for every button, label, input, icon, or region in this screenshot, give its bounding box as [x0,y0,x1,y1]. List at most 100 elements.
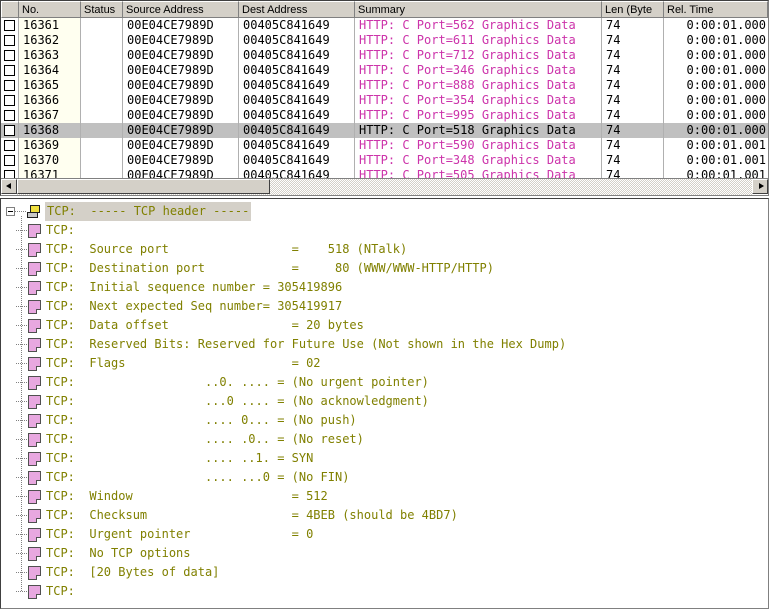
packet-list-horizontal-scrollbar[interactable] [1,178,768,195]
tree-item[interactable]: TCP: No TCP options [1,544,768,563]
table-row[interactable]: 16367 00E04CE7989D 00405C841649 HTTP: C Por… [1,108,768,123]
column-header-length[interactable]: Len (Byte [602,1,664,18]
table-row[interactable]: 16364 00E04CE7989D 00405C841649 HTTP: C Por… [1,63,768,78]
tcp-page-icon [27,584,43,599]
row-checkbox[interactable] [1,33,19,48]
tree-item-label: TCP: Initial sequence number = 305419896 [46,280,343,294]
row-checkbox[interactable] [1,18,19,33]
scroll-right-arrow-icon[interactable] [752,179,768,194]
column-header-checkbox[interactable] [1,1,19,18]
table-row[interactable]: 16362 00E04CE7989D 00405C841649 HTTP: C Por… [1,33,768,48]
row-checkbox[interactable] [1,63,19,78]
tree-item-label: TCP: [46,584,75,598]
row-checkbox[interactable] [1,93,19,108]
tree-item[interactable]: TCP: Window = 512 [1,487,768,506]
row-checkbox[interactable] [1,78,19,93]
tree-item[interactable]: TCP: Source port = 518 (NTalk) [1,240,768,259]
table-row[interactable]: 16361 00E04CE7989D 00405C841649 HTTP: C Por… [1,18,768,33]
tree-item-label: TCP: [20 Bytes of data] [46,565,220,579]
row-checkbox[interactable] [1,48,19,63]
checkbox-icon[interactable] [4,95,15,106]
tree-item[interactable]: TCP: .... ...0 = (No FIN) [1,468,768,487]
row-checkbox[interactable] [1,138,19,153]
checkbox-icon[interactable] [4,155,15,166]
scrollbar-track[interactable] [17,179,752,195]
checkbox-icon[interactable] [4,110,15,121]
src: 00E04CE7989D [123,168,239,178]
column-header-source-address[interactable]: Source Address [123,1,239,18]
tree-item-label: TCP: Urgent pointer = 0 [46,527,314,541]
row-checkbox[interactable] [1,108,19,123]
protocol-tree[interactable]: TCP: ----- TCP header ----- TCP: TCP: Sour… [1,202,768,608]
no: 16371 [19,168,81,178]
checkbox-icon[interactable] [4,35,15,46]
summary: HTTP: C Port=611 Graphics Data [355,33,602,48]
tree-item[interactable]: TCP: [1,221,768,240]
tree-item[interactable]: TCP: Next expected Seq number= 305419917 [1,297,768,316]
table-row[interactable]: 16368 00E04CE7989D 00405C841649 HTTP: C Por… [1,123,768,138]
tcp-page-icon [27,508,43,523]
tree-item[interactable]: TCP: Destination port = 80 (WWW/WWW-HTTP… [1,259,768,278]
table-row[interactable]: 16363 00E04CE7989D 00405C841649 HTTP: C Por… [1,48,768,63]
tree-item[interactable]: TCP: Flags = 02 [1,354,768,373]
table-row[interactable]: 16369 00E04CE7989D 00405C841649 HTTP: C Por… [1,138,768,153]
table-row[interactable]: 16366 00E04CE7989D 00405C841649 HTTP: C Por… [1,93,768,108]
checkbox-icon[interactable] [4,20,15,31]
no: 16366 [19,93,81,108]
no: 16364 [19,63,81,78]
tcp-page-icon [27,242,43,257]
column-header-status[interactable]: Status [81,1,123,18]
tree-item[interactable]: TCP: [20 Bytes of data] [1,563,768,582]
dst: 00405C841649 [239,33,355,48]
tree-item[interactable]: TCP: Urgent pointer = 0 [1,525,768,544]
tree-item[interactable]: TCP: ...0 .... = (No acknowledgment) [1,392,768,411]
table-row[interactable]: 16365 00E04CE7989D 00405C841649 HTTP: C Por… [1,78,768,93]
checkbox-icon[interactable] [4,80,15,91]
tree-item[interactable]: TCP: .... .0.. = (No reset) [1,430,768,449]
no: 16368 [19,123,81,138]
tcp-tree-root[interactable]: TCP: ----- TCP header ----- [1,202,768,221]
checkbox-icon[interactable] [4,170,15,178]
len: 74 [602,48,664,63]
scrollbar-thumb[interactable] [17,179,270,194]
table-row[interactable]: 16370 00E04CE7989D 00405C841649 HTTP: C Por… [1,153,768,168]
collapse-expander-icon[interactable] [6,207,15,216]
packet-list-rows[interactable]: 16361 00E04CE7989D 00405C841649 HTTP: C Por… [1,18,768,178]
tree-item[interactable]: TCP: ..0. .... = (No urgent pointer) [1,373,768,392]
time: 0:00:01.001 [686,138,766,152]
packet-detail-pane[interactable]: TCP: ----- TCP header ----- TCP: TCP: Sour… [0,198,769,609]
column-header-summary[interactable]: Summary [355,1,602,18]
row-checkbox[interactable] [1,153,19,168]
tree-connector [16,506,27,525]
checkbox-icon[interactable] [4,65,15,76]
tree-item-label: TCP: Data offset = 20 bytes [46,318,364,332]
tree-item[interactable]: TCP: Initial sequence number = 305419896 [1,278,768,297]
tree-item[interactable]: TCP: Checksum = 4BEB (should be 4BD7) [1,506,768,525]
summary: HTTP: C Port=590 Graphics Data [355,138,602,153]
packet-list-pane[interactable]: No. Status Source Address Dest Address S… [0,0,769,196]
checkbox-icon[interactable] [4,125,15,136]
tree-connector [16,240,27,259]
column-header-dest-address[interactable]: Dest Address [239,1,355,18]
src: 00E04CE7989D [123,18,239,33]
tree-item[interactable]: TCP: Reserved Bits: Reserved for Future … [1,335,768,354]
summary: HTTP: C Port=354 Graphics Data [355,93,602,108]
table-row[interactable]: 16371 00E04CE7989D 00405C841649 HTTP: C Por… [1,168,768,178]
dst: 00405C841649 [239,153,355,168]
scroll-left-arrow-icon[interactable] [1,179,17,194]
row-checkbox[interactable] [1,168,19,178]
row-checkbox[interactable] [1,123,19,138]
tree-item[interactable]: TCP: Data offset = 20 bytes [1,316,768,335]
tree-item[interactable]: TCP: [1,582,768,601]
checkbox-icon[interactable] [4,140,15,151]
tree-item[interactable]: TCP: .... 0... = (No push) [1,411,768,430]
tcp-page-icon [27,546,43,561]
dst: 00405C841649 [239,48,355,63]
protocol-section-tcp: TCP: ----- TCP header ----- TCP: TCP: Sour… [1,202,768,601]
column-header-no[interactable]: No. [19,1,81,18]
no: 16369 [19,138,81,153]
column-header-rel-time[interactable]: Rel. Time [664,1,768,18]
tree-item[interactable]: TCP: .... ..1. = SYN [1,449,768,468]
tcp-page-icon [27,394,43,409]
checkbox-icon[interactable] [4,50,15,61]
